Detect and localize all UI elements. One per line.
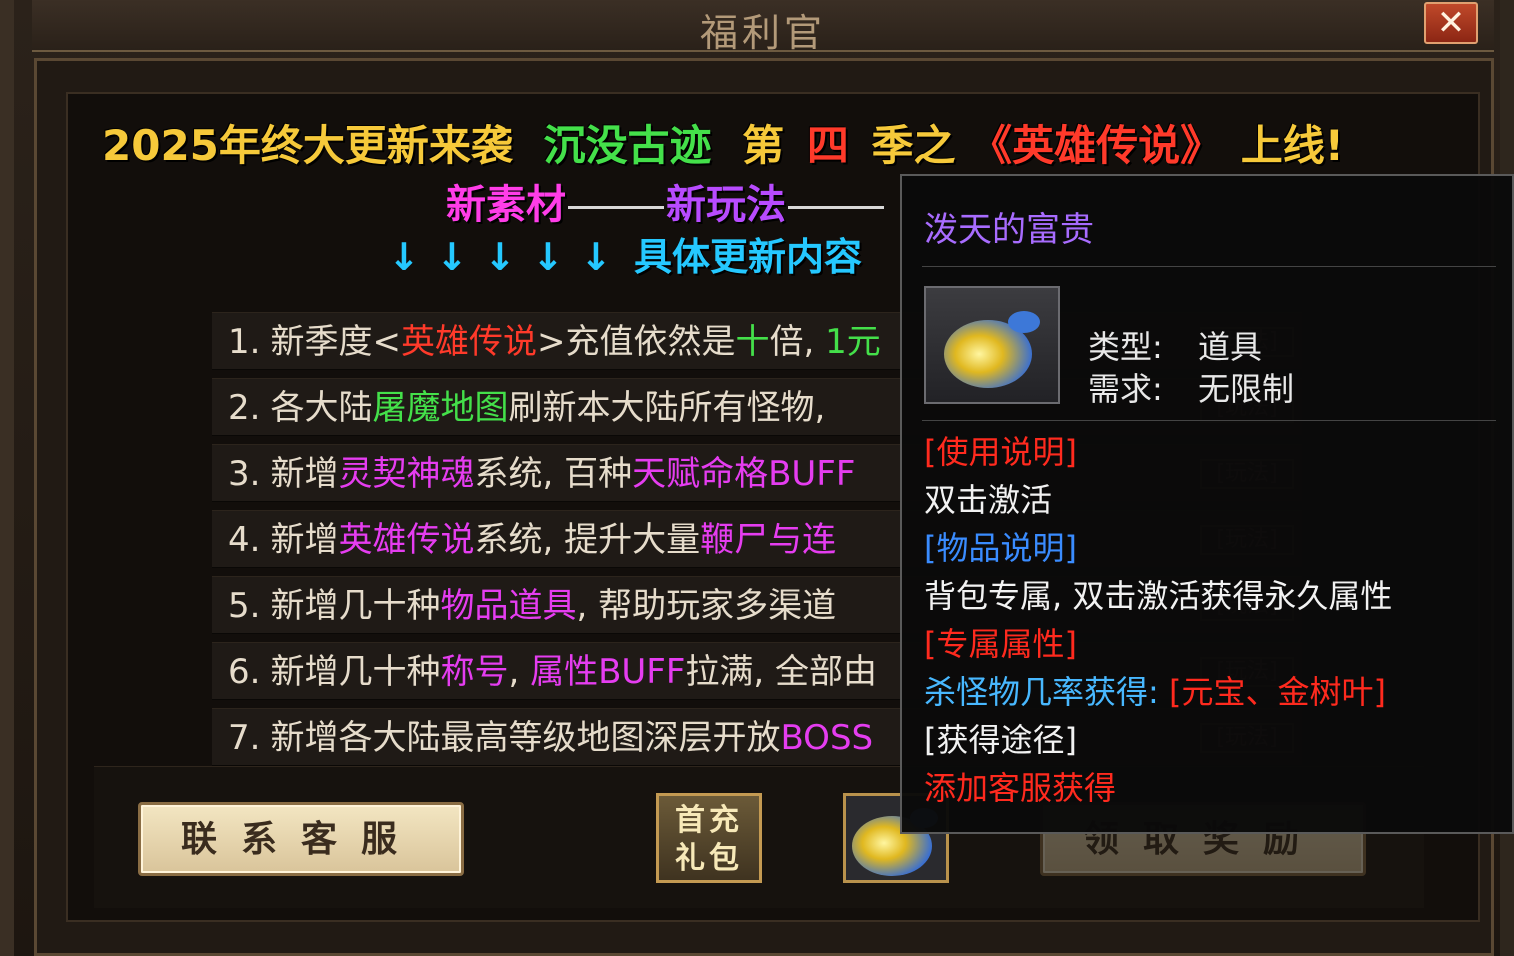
sub-new-gameplay: 新玩法	[666, 182, 786, 228]
row-number: 6.	[228, 652, 261, 692]
headline: 2025年终大更新来袭 沉没古迹 第 四 季之 《英雄传说》 上线!	[102, 112, 1482, 172]
details-header: ↓ ↓ ↓ ↓ ↓ 具体更新内容	[380, 226, 862, 280]
row-number: 1.	[228, 322, 261, 362]
row-number: 2.	[228, 388, 261, 428]
headline-part1: 2025年终大更新来袭	[102, 121, 513, 170]
headline-part3b: 四	[806, 121, 849, 170]
row-text-segment: 鞭尸与连	[700, 520, 837, 560]
item-icon-frame	[924, 286, 1060, 404]
source-header: [获得途径]	[924, 721, 1077, 759]
item-header: [物品说明]	[924, 529, 1077, 567]
row-text-segment: 系统, 百种	[474, 454, 633, 494]
row-text-segment: 新季度<	[270, 322, 401, 362]
row-text-segment: 拉满, 全部由	[685, 652, 878, 692]
headline-part3c: 季之	[871, 121, 956, 170]
attr-text: 杀怪物几率获得:	[924, 673, 1159, 711]
window-title: 福利官	[699, 11, 826, 55]
row-text-segment: 十	[735, 322, 770, 362]
row-text-segment: 新增	[270, 520, 339, 560]
item-tooltip: 泼天的富贵 类型: 道具 需求: 无限制 [使用说明] 双击激活 [物品说明] 背包…	[900, 174, 1514, 834]
row-text-segment: 属性BUFF	[530, 652, 686, 692]
item-name: 泼天的富贵	[924, 210, 1094, 250]
requirement-key: 需求:	[1088, 370, 1163, 408]
row-text-segment: 新增各大陆最高等级地图深层开放	[270, 718, 781, 758]
requirement-value: 无限制	[1198, 370, 1295, 408]
row-text-segment: 1元	[825, 322, 881, 362]
row-text-segment: >充值依然是	[536, 322, 736, 362]
row-text-segment: 刷新本大陆所有怪物,	[508, 388, 826, 428]
down-arrow-icon: ↓	[436, 235, 468, 279]
item-meta: 类型: 道具 需求: 无限制	[1088, 326, 1294, 410]
gift-label-line2: 礼包	[675, 841, 743, 876]
subheadline: 新素材 新玩法	[446, 172, 886, 228]
row-number: 4.	[228, 520, 261, 560]
attr-header: [专属属性]	[924, 625, 1077, 663]
row-number: 7.	[228, 718, 261, 758]
row-text-segment: 新增几十种	[270, 652, 441, 692]
type-value: 道具	[1198, 328, 1263, 366]
title-bar[interactable]: 福利官	[32, 0, 1494, 55]
headline-part4: 《英雄传说》	[970, 121, 1223, 170]
row-text-segment: 各大陆	[270, 388, 373, 428]
row-text-segment: 新增	[270, 454, 339, 494]
use-text: 双击激活	[924, 481, 1053, 519]
sub-new-material: 新素材	[446, 182, 566, 228]
contact-service-button[interactable]: 联系客服	[138, 802, 464, 876]
item-text: 背包专属, 双击激活获得永久属性	[924, 577, 1393, 615]
divider-line	[568, 205, 664, 209]
source-text: 添加客服获得	[924, 769, 1117, 807]
headline-part5: 上线!	[1240, 121, 1344, 170]
down-arrow-icon: ↓	[388, 235, 420, 279]
row-number: 3.	[228, 454, 261, 494]
row-text-segment: 系统, 提升大量	[474, 520, 701, 560]
close-button[interactable]: ✕	[1424, 2, 1478, 44]
row-text-segment: 天赋命格BUFF	[632, 454, 856, 494]
row-text-segment: 新增几十种	[270, 586, 441, 626]
row-text-segment: 屠魔地图	[372, 388, 509, 428]
headline-part2: 沉没古迹	[543, 121, 712, 170]
down-arrow-icon: ↓	[484, 235, 516, 279]
tooltip-divider	[922, 420, 1496, 421]
tooltip-divider	[922, 266, 1496, 267]
row-text-segment: 英雄传说	[400, 322, 537, 362]
row-text-segment: ,	[508, 652, 531, 692]
row-text-segment: 灵契神魂	[338, 454, 475, 494]
down-arrow-icon: ↓	[532, 235, 564, 279]
type-key: 类型:	[1088, 328, 1163, 366]
use-header: [使用说明]	[924, 433, 1077, 471]
headline-part3a: 第	[742, 121, 785, 170]
row-text-segment: 物品道具	[440, 586, 577, 626]
row-text-segment: 称号	[440, 652, 509, 692]
row-text-segment: 英雄传说	[338, 520, 475, 560]
first-recharge-gift-button[interactable]: 首充 礼包	[656, 793, 762, 883]
gift-label-line1: 首充	[675, 803, 743, 838]
down-arrow-icon: ↓	[580, 235, 612, 279]
attr-value: [元宝、金树叶]	[1168, 673, 1386, 711]
details-label: 具体更新内容	[634, 235, 863, 279]
row-text-segment: 倍,	[769, 322, 826, 362]
item-description: [使用说明] 双击激活 [物品说明] 背包专属, 双击激活获得永久属性 [专属属…	[924, 428, 1392, 812]
divider-line	[788, 205, 884, 209]
money-bag-icon	[944, 311, 1040, 388]
row-number: 5.	[228, 586, 261, 626]
row-text-segment: , 帮助玩家多渠道	[576, 586, 837, 626]
row-text-segment: BOSS	[780, 718, 874, 758]
